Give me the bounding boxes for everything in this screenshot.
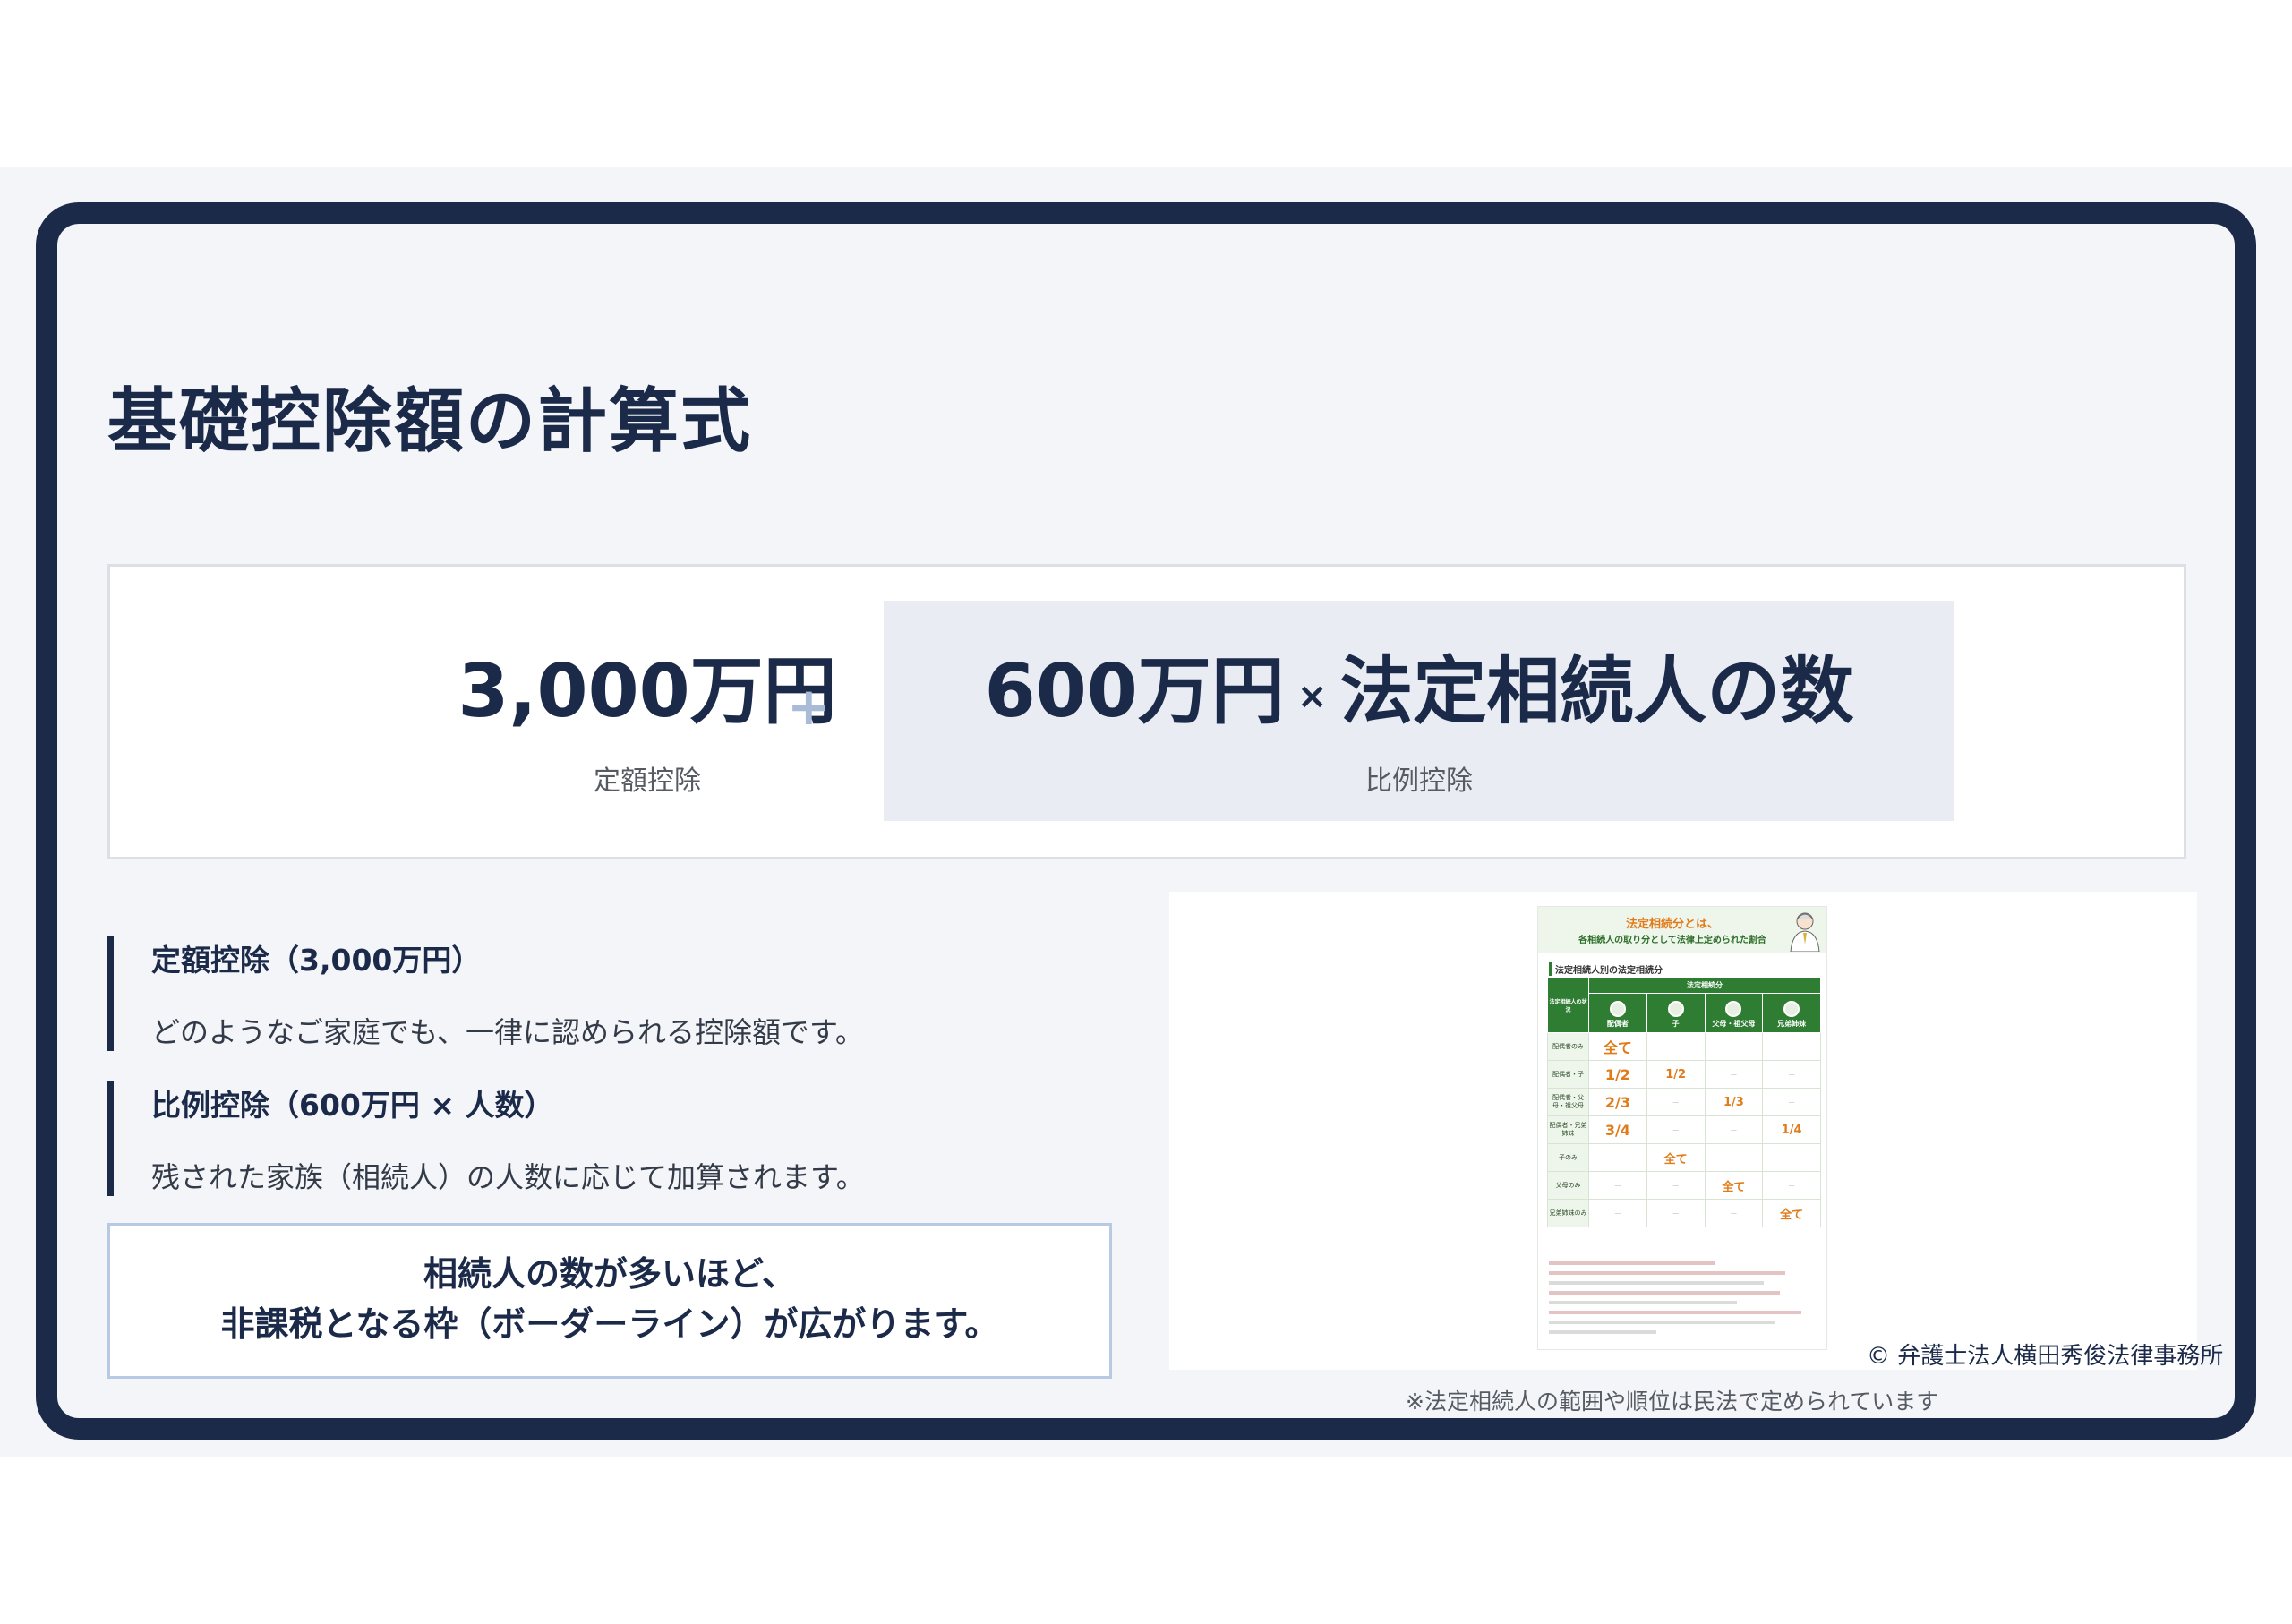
table-cell: —: [1704, 1199, 1764, 1227]
explanation-text: 残された家族（相続人）の人数に応じて加算されます。: [151, 1160, 865, 1194]
proportional-factor: 法定相続人の数: [1339, 649, 1854, 734]
image-section-title: 法定相続人別の法定相続分: [1549, 962, 1663, 976]
callout-box: 相続人の数が多いほど、 非課税となる枠（ボーダーライン）が広がります。: [107, 1223, 1112, 1379]
row-header: 配偶者・父母・祖父母: [1547, 1088, 1589, 1116]
table-cell: —: [1762, 1143, 1821, 1172]
table-row: 兄弟姉妹のみ — — — 全て: [1547, 1199, 1821, 1227]
table-cell: —: [1704, 1143, 1764, 1172]
inheritance-share-image: 法定相続分とは、 各相続人の取り分として法律上定められた割合 法定相続人別の法定…: [1537, 906, 1827, 1350]
column-header-parents: 父母・祖父母: [1704, 993, 1764, 1033]
table-cell: 全て: [1646, 1143, 1706, 1172]
table-row: 配偶者・兄弟姉妹 3/4 — — 1/4: [1547, 1115, 1821, 1144]
table-cell: —: [1646, 1032, 1706, 1061]
table-cell: —: [1704, 1060, 1764, 1089]
row-header: 配偶者のみ: [1547, 1032, 1589, 1061]
column-header-child: 子: [1646, 993, 1706, 1033]
image-heading-sub: 各相続人の取り分として法律上定められた割合: [1578, 936, 1766, 945]
proportional-deduction-label: 比例控除: [1365, 765, 1473, 797]
image-panel: 法定相続分とは、 各相続人の取り分として法律上定められた割合 法定相続人別の法定…: [1169, 892, 2197, 1370]
table-group-header: 法定相続分: [1588, 977, 1821, 994]
table-row: 配偶者のみ 全て — — —: [1547, 1032, 1821, 1061]
image-header: 法定相続分とは、 各相続人の取り分として法律上定められた割合: [1538, 907, 1826, 953]
plus-sign: +: [787, 676, 831, 737]
column-header-siblings: 兄弟姉妹: [1762, 993, 1821, 1033]
fixed-deduction-label: 定額控除: [594, 765, 701, 797]
table-cell: —: [1762, 1171, 1821, 1200]
table-cell: —: [1588, 1143, 1647, 1172]
fixed-amount-value: 3,000万円: [458, 649, 837, 734]
table-cell: 1/2: [1646, 1060, 1706, 1089]
spouse-avatar-icon: [1609, 1001, 1626, 1017]
times-sign: ×: [1296, 675, 1328, 717]
table-cell: —: [1704, 1115, 1764, 1144]
footnote-line: [1549, 1261, 1715, 1265]
table-cell: 2/3: [1588, 1088, 1647, 1116]
column-header-label: 配偶者: [1606, 1020, 1629, 1028]
table-cell: —: [1646, 1088, 1706, 1116]
footnote-line: [1549, 1291, 1780, 1295]
explanation-heading: 定額控除（3,000万円）: [151, 943, 482, 978]
table-cell: 1/3: [1704, 1088, 1764, 1116]
footnote-line: [1549, 1330, 1656, 1334]
footnote-line: [1549, 1301, 1737, 1304]
row-header: 兄弟姉妹のみ: [1547, 1199, 1589, 1227]
table-cell: 1/2: [1588, 1060, 1647, 1089]
row-header: 配偶者・兄弟姉妹: [1547, 1115, 1589, 1144]
table-cell: —: [1762, 1088, 1821, 1116]
table-corner-header: 法定相続人の状況: [1547, 977, 1589, 1033]
table-cell: 3/4: [1588, 1115, 1647, 1144]
table-cell: 1/4: [1762, 1115, 1821, 1144]
proportional-panel: 600万円 × 法定相続人の数 比例控除: [884, 601, 1954, 821]
child-avatar-icon: [1667, 1001, 1684, 1017]
siblings-avatar-icon: [1783, 1001, 1800, 1017]
table-cell: —: [1646, 1115, 1706, 1144]
proportional-amount: 600万円: [984, 649, 1285, 734]
callout-line-1: 相続人の数が多いほど、: [423, 1254, 797, 1294]
row-header: 配偶者・子: [1547, 1060, 1589, 1089]
image-footnotes: [1549, 1261, 1817, 1340]
table-cell: 全て: [1762, 1199, 1821, 1227]
explanation-heading: 比例控除（600万円 × 人数）: [151, 1088, 554, 1123]
table-cell: —: [1646, 1199, 1706, 1227]
row-header: 父母のみ: [1547, 1171, 1589, 1200]
column-header-label: 兄弟姉妹: [1777, 1020, 1807, 1028]
column-header-label: 子: [1672, 1020, 1680, 1028]
column-header-spouse: 配偶者: [1588, 993, 1647, 1033]
lawyer-illustration-icon: [1790, 912, 1820, 952]
footnote-text: ※法定相続人の範囲や順位は民法で定められています: [1406, 1389, 1939, 1415]
table-cell: 全て: [1588, 1032, 1647, 1061]
parents-avatar-icon: [1725, 1001, 1742, 1017]
explanation-text: どのようなご家庭でも、一律に認められる控除額です。: [151, 1015, 864, 1049]
footnote-line: [1549, 1281, 1764, 1285]
callout-line-2: 非課税となる枠（ボーダーライン）が広がります。: [220, 1304, 999, 1344]
table-row: 配偶者・子 1/2 1/2 — —: [1547, 1060, 1821, 1089]
page-title: 基礎控除額の計算式: [107, 381, 753, 462]
table-cell: —: [1762, 1060, 1821, 1089]
table-row: 父母のみ — — 全て —: [1547, 1171, 1821, 1200]
footnote-line: [1549, 1271, 1785, 1275]
table-cell: —: [1646, 1171, 1706, 1200]
formula-box: 3,000万円 定額控除 + 600万円 × 法定相続人の数 比例控除: [107, 564, 2186, 859]
table-cell: —: [1588, 1199, 1647, 1227]
table-row: 配偶者・父母・祖父母 2/3 — 1/3 —: [1547, 1088, 1821, 1116]
footnote-line: [1549, 1321, 1775, 1324]
explanation-item-fixed: 定額控除（3,000万円） どのようなご家庭でも、一律に認められる控除額です。: [107, 936, 1092, 1051]
copyright-text: © 弁護士法人横田秀俊法律事務所: [1867, 1343, 2224, 1370]
table-row: 子のみ — 全て — —: [1547, 1143, 1821, 1172]
row-header: 子のみ: [1547, 1143, 1589, 1172]
footnote-line: [1549, 1311, 1801, 1314]
proportional-formula: 600万円 × 法定相続人の数: [884, 631, 1954, 738]
table-cell: —: [1762, 1032, 1821, 1061]
table-cell: —: [1588, 1171, 1647, 1200]
explanation-item-proportional: 比例控除（600万円 × 人数） 残された家族（相続人）の人数に応じて加算されま…: [107, 1081, 1092, 1196]
image-heading-accent: 法定相続分とは、: [1625, 918, 1719, 931]
table-cell: —: [1704, 1032, 1764, 1061]
table-cell: 全て: [1704, 1171, 1764, 1200]
inheritance-share-table: 法定相続人の状況 法定相続分 配偶者 子 父母・祖父母 兄弟姉妹 配偶者のみ 全…: [1547, 977, 1821, 1227]
column-header-label: 父母・祖父母: [1712, 1020, 1756, 1028]
